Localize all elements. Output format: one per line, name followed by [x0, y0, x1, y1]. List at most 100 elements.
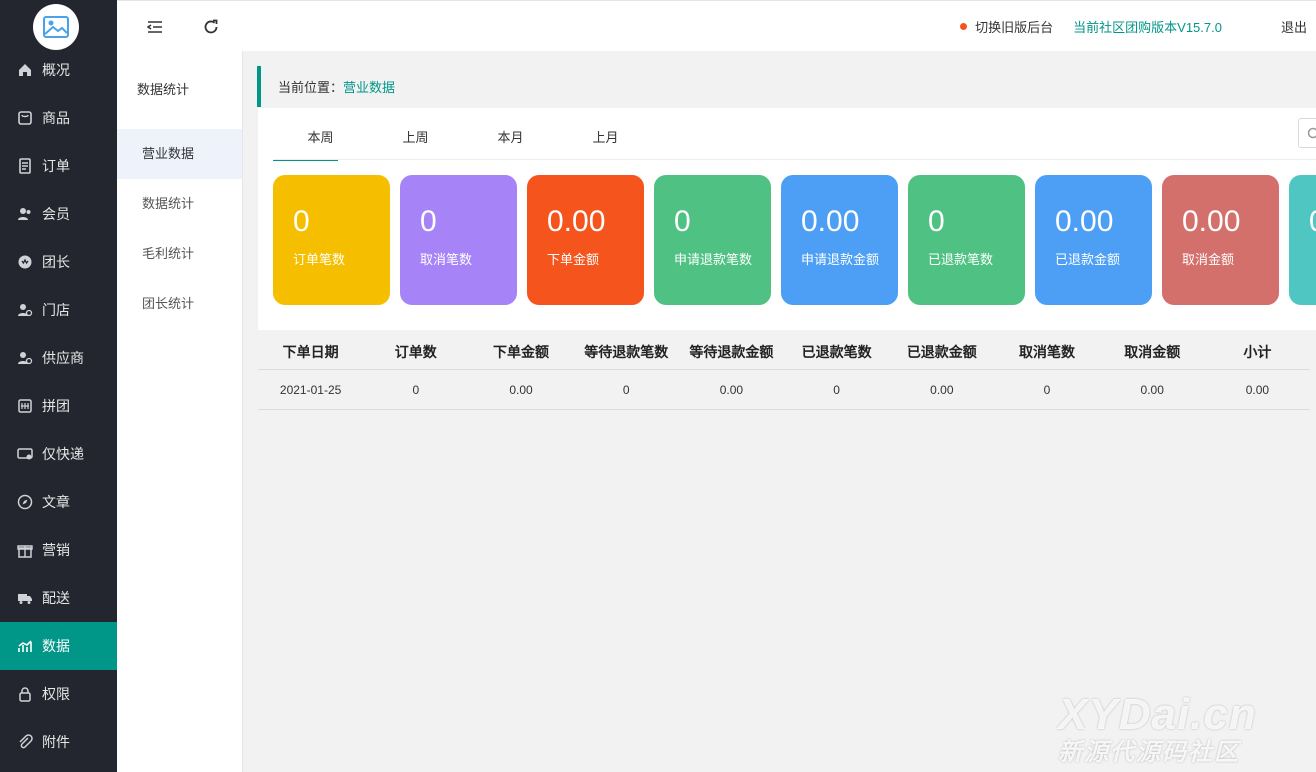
nav-item-9[interactable]: 文章	[0, 478, 117, 526]
stat-card: 0.00 已退款金额	[1035, 175, 1152, 305]
table-cell: 0.00	[719, 382, 744, 397]
nav-item-6[interactable]: 供应商	[0, 334, 117, 382]
nav-item-10[interactable]: 营销	[0, 526, 117, 574]
submenu-item-leader-stats[interactable]: 团长统计	[117, 279, 242, 329]
nav-item-label: 团长	[42, 254, 70, 270]
home-icon	[17, 62, 33, 78]
watermark: XYDai.cn 新源代源码社区	[1058, 690, 1257, 767]
nav-item-2[interactable]: 订单	[0, 142, 117, 190]
column-header: 小计	[1243, 343, 1272, 360]
nav-item-label: 数据	[42, 638, 70, 654]
nav-item-1[interactable]: 商品	[0, 94, 117, 142]
nav-item-label: 订单	[42, 158, 70, 174]
nav-item-7[interactable]: 拼团	[0, 382, 117, 430]
table-cell: 0	[412, 382, 420, 397]
nav-item-12[interactable]: 数据	[0, 622, 117, 670]
nav-item-label: 仅快递	[42, 446, 84, 462]
submenu-item-gross-profit[interactable]: 毛利统计	[117, 229, 242, 279]
nav-item-label: 文章	[42, 494, 70, 510]
stat-card: 0 取消笔数	[400, 175, 517, 305]
stat-card-label: 取消笔数	[420, 252, 473, 267]
column-header: 取消金额	[1124, 343, 1181, 360]
status-dot	[960, 23, 968, 30]
table-row: 2021-01-25 0 0.00 0 0.00 0 0.00 0 0.00 0.00	[258, 370, 1310, 410]
image-icon	[43, 16, 69, 38]
nav-item-4[interactable]: 团长	[0, 238, 117, 286]
nav-item-8[interactable]: 仅快递	[0, 430, 117, 478]
column-header: 已退款金额	[906, 343, 977, 360]
express-icon	[17, 446, 33, 462]
nav-item-14[interactable]: 附件	[0, 718, 117, 766]
stat-card: 0.00 取消金额	[1162, 175, 1279, 305]
tab-this-month[interactable]: 本月	[463, 108, 558, 160]
column-header: 订单数	[394, 343, 437, 360]
group-buy-icon	[17, 398, 33, 414]
leader-icon	[17, 254, 33, 270]
chart-icon	[17, 638, 33, 654]
gift-icon	[17, 542, 33, 558]
supplier-icon	[17, 350, 33, 366]
tab-this-week[interactable]: 本周	[273, 108, 368, 161]
top-header: 切换旧版后台 当前社区团购版本V15.7.0 退出	[117, 0, 1316, 51]
stat-card-value: 0.00	[1055, 205, 1114, 238]
nav-item-11[interactable]: 配送	[0, 574, 117, 622]
stat-card-label: 申请退款金额	[801, 252, 880, 267]
stat-card-value: 0.00	[547, 205, 606, 238]
search-button[interactable]	[1298, 118, 1316, 148]
tab-divider	[273, 159, 1316, 160]
tab-last-month[interactable]: 上月	[558, 108, 653, 160]
nav-item-13[interactable]: 权限	[0, 670, 117, 718]
stat-card-label: 下单金额	[547, 252, 600, 267]
nav-item-label: 营销	[42, 542, 70, 558]
table-cell: 0	[833, 382, 840, 397]
truck-icon	[17, 590, 33, 606]
nav-item-0[interactable]: 概况	[0, 46, 117, 94]
compass-icon	[17, 494, 33, 510]
stat-card: 0.00 下单金额	[527, 175, 644, 305]
nav-item-label: 供应商	[42, 350, 84, 366]
column-header: 等待退款笔数	[584, 343, 669, 360]
nav-item-3[interactable]: 会员	[0, 190, 117, 238]
search-icon	[1307, 127, 1316, 139]
table-body: 2021-01-25 0 0.00 0 0.00 0 0.00 0 0.00 0.00	[258, 370, 1310, 410]
table-cell: 0.00	[1245, 382, 1270, 397]
refresh-icon[interactable]	[201, 17, 221, 37]
stat-card-value: 0	[1309, 205, 1316, 239]
nav-item-label: 门店	[42, 302, 70, 318]
table-header: 下单日期 订单数 下单金额 等待退款笔数 等待退款金额 已退款笔数 已退款金额 取消笔数 取消金…	[258, 334, 1310, 370]
nav-item-5[interactable]: 门店	[0, 286, 117, 334]
nav-item-label: 权限	[42, 686, 70, 702]
table-cell: 0	[1043, 382, 1051, 397]
table-cell: 0.00	[1140, 382, 1164, 397]
stat-card-label: 已退款金额	[1055, 252, 1121, 267]
stat-card: 0 申请退款笔数	[654, 175, 771, 305]
logout-button[interactable]: 退出	[1281, 17, 1307, 36]
stat-card: 0.00 申请退款金额	[781, 175, 898, 305]
table-cell: 0	[622, 382, 630, 397]
paperclip-icon	[17, 734, 33, 750]
logo[interactable]	[33, 4, 79, 50]
collapse-menu-icon[interactable]	[145, 17, 165, 37]
table-cell: 0.00	[509, 382, 533, 397]
column-header: 已退款笔数	[801, 343, 872, 360]
tab-last-week[interactable]: 上周	[368, 108, 463, 160]
stat-card: 0 已退款笔数	[908, 175, 1025, 305]
nav-item-label: 拼团	[42, 398, 70, 414]
store-icon	[17, 302, 33, 318]
nav-item-label: 配送	[42, 590, 70, 606]
submenu-item-data-stats[interactable]: 数据统计	[117, 179, 242, 229]
nav-item-label: 会员	[42, 206, 70, 222]
breadcrumb-prefix: 当前位置：	[278, 80, 344, 95]
column-header: 取消笔数	[1019, 343, 1076, 360]
sub-menu: 数据统计 营业数据 数据统计 毛利统计 团长统计	[117, 51, 243, 772]
switch-old-backend-link[interactable]: 切换旧版后台	[975, 17, 1053, 36]
stat-card-value: 0	[928, 205, 945, 238]
stats-panel: 本周 上周 本月 上月 0 订单笔数 0 取消笔数 0.00 下单金额 0 申请退款笔数 0.0…	[258, 108, 1316, 330]
table-cell: 0.00	[930, 382, 954, 397]
main-sidebar: 概况商品订单会员团长门店供应商拼团仅快递文章营销配送数据权限附件	[0, 0, 117, 772]
period-tabs: 本周 上周 本月 上月	[273, 108, 653, 161]
breadcrumb-current[interactable]: 营业数据	[343, 77, 395, 96]
nav-item-label: 商品	[42, 110, 70, 126]
version-link[interactable]: 当前社区团购版本V15.7.0	[1073, 17, 1222, 36]
submenu-item-business-data[interactable]: 营业数据	[117, 129, 242, 179]
